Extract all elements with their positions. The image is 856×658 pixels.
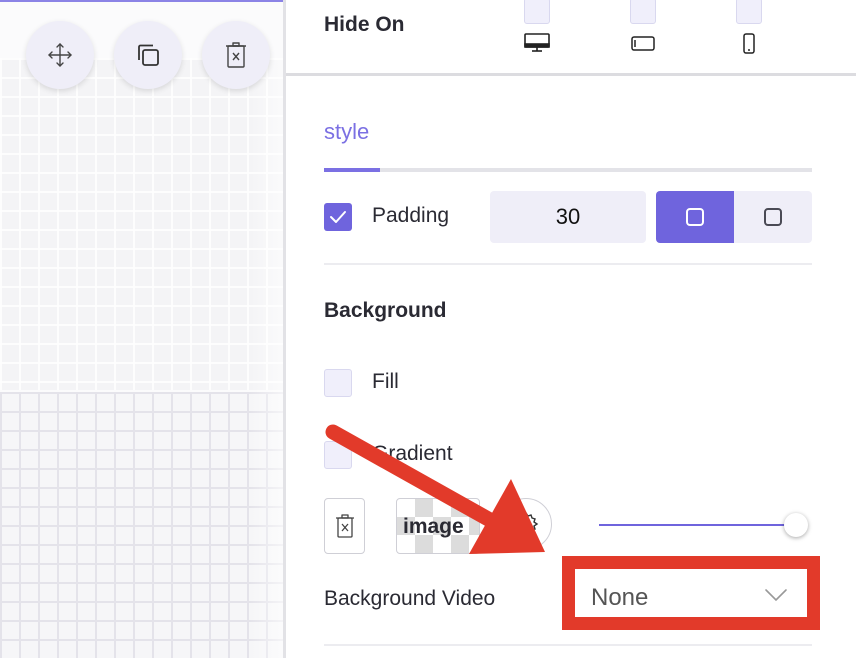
tab-bar-line — [380, 168, 812, 172]
editor-screen: Hide On style Padding 30 Background Fill… — [0, 0, 856, 658]
duplicate-icon — [138, 44, 159, 66]
canvas-grid-light — [0, 58, 283, 390]
section-divider — [286, 73, 856, 76]
background-video-label: Background Video — [324, 587, 496, 610]
delete-button[interactable] — [202, 21, 270, 89]
settings-panel: Hide On style Padding 30 Background Fill… — [286, 0, 856, 658]
hide-on-tablet — [629, 0, 657, 73]
mobile-icon — [735, 31, 763, 55]
hide-on-label: Hide On — [324, 13, 405, 36]
hide-desktop-checkbox[interactable] — [524, 0, 550, 24]
background-title: Background — [324, 299, 447, 322]
tablet-icon — [629, 31, 657, 55]
all-sides-icon — [686, 208, 704, 226]
fill-label: Fill — [372, 370, 399, 393]
padding-input[interactable]: 30 — [490, 191, 646, 243]
padding-individual-sides-button[interactable] — [734, 191, 812, 243]
background-video-value: None — [591, 584, 649, 611]
hide-on-mobile — [735, 0, 763, 73]
image-settings-button[interactable] — [500, 498, 552, 550]
hide-mobile-checkbox[interactable] — [736, 0, 762, 24]
hide-on-row: Hide On — [286, 0, 856, 73]
canvas-grid — [0, 392, 283, 658]
selection-outline — [0, 0, 283, 2]
padding-checkbox[interactable] — [324, 203, 352, 231]
move-icon — [48, 43, 72, 67]
checkmark-icon — [330, 211, 346, 223]
gear-icon — [513, 511, 539, 537]
delete-icon — [226, 42, 246, 68]
padding-all-sides-button[interactable] — [656, 191, 734, 243]
opacity-slider-handle[interactable] — [784, 513, 808, 537]
move-button[interactable] — [26, 21, 94, 89]
section-divider — [324, 263, 812, 265]
duplicate-button[interactable] — [114, 21, 182, 89]
section-divider — [324, 644, 812, 646]
hide-on-desktop — [523, 0, 551, 73]
chevron-down-icon — [765, 589, 787, 602]
remove-image-button[interactable] — [324, 498, 365, 554]
canvas-area[interactable] — [0, 0, 283, 658]
padding-label: Padding — [372, 204, 450, 227]
gradient-label: Gradient — [372, 442, 453, 465]
tab-style[interactable]: style — [324, 119, 369, 145]
desktop-icon — [523, 31, 551, 55]
image-label: image — [403, 515, 464, 538]
hide-tablet-checkbox[interactable] — [630, 0, 656, 24]
delete-icon — [335, 514, 354, 538]
fill-checkbox[interactable] — [324, 369, 352, 397]
tab-style-underline — [324, 168, 380, 172]
opacity-slider-track[interactable] — [599, 524, 794, 526]
gradient-checkbox[interactable] — [324, 441, 352, 469]
canvas-fade — [250, 58, 283, 658]
individual-sides-icon — [764, 208, 782, 226]
